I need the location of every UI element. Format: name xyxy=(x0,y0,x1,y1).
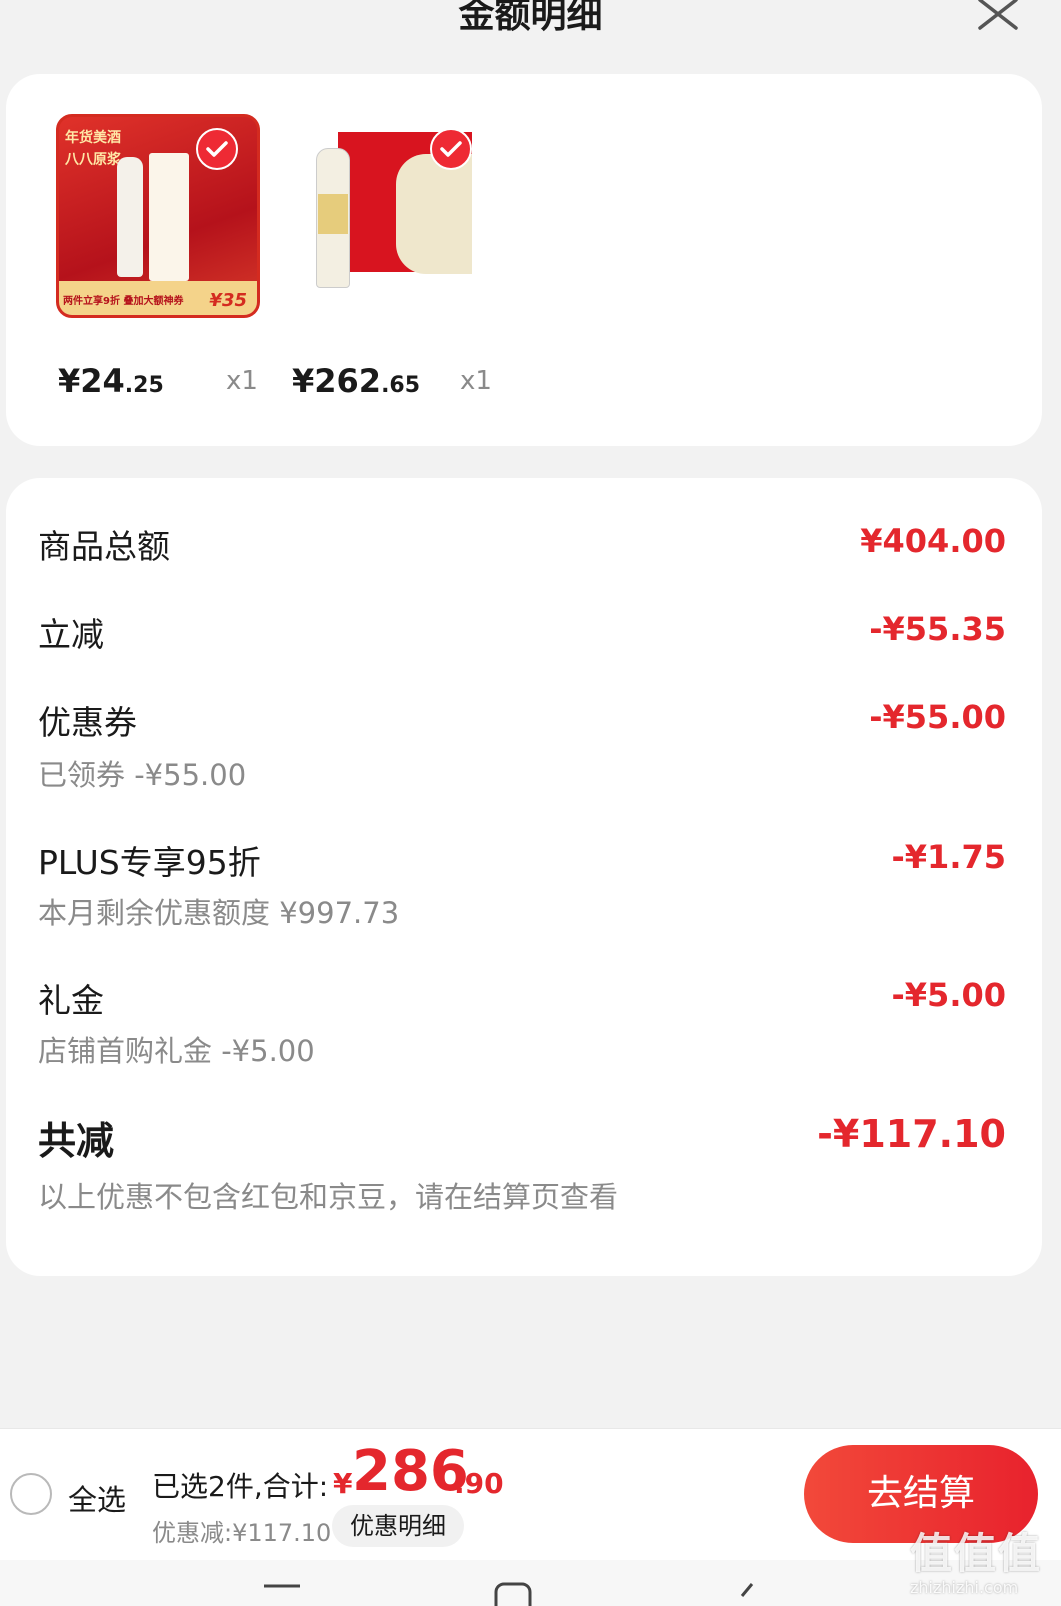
gift-label: 礼金 xyxy=(38,981,104,1020)
price-int: ¥24 xyxy=(58,362,125,400)
discount-detail-button[interactable]: 优惠明细 xyxy=(332,1505,464,1547)
select-all-radio[interactable] xyxy=(10,1473,52,1515)
thumb-text-1: 年货美酒 xyxy=(65,130,121,146)
back-icon[interactable] xyxy=(730,1582,770,1606)
coupon-value: -¥55.00 xyxy=(869,698,1006,736)
bottle-in-box xyxy=(396,154,472,274)
product-qty-1: x1 xyxy=(226,366,258,396)
thumb-promo: 两件立享9折 叠加大额神券 xyxy=(63,296,184,307)
summary-card: 商品总额 ¥404.00 立减 -¥55.35 优惠券 -¥55.00 已领券 … xyxy=(6,478,1042,1276)
select-all-label[interactable]: 全选 xyxy=(68,1477,126,1519)
products-card: 年货美酒 八八原浆 两件立享9折 叠加大额神券 ¥35 ¥24.25 x1 ¥2… xyxy=(6,74,1042,446)
page-title: 金额明细 xyxy=(458,0,603,36)
goods-total-value: ¥404.00 xyxy=(860,522,1006,560)
checkout-bar: 全选 已选2件,合计: ¥ 286 .90 优惠减:¥117.10 优惠明细 去… xyxy=(0,1428,1061,1560)
thumb-badge: ¥35 xyxy=(209,290,247,311)
selected-summary-label: 已选2件,合计: xyxy=(152,1470,329,1503)
total-discount-label: 共减 xyxy=(38,1119,115,1163)
sum-integer: 286 xyxy=(352,1439,469,1504)
total-discount-value: -¥117.10 xyxy=(817,1112,1006,1156)
home-icon[interactable] xyxy=(494,1582,534,1606)
header: 金额明细 xyxy=(0,0,1061,70)
system-nav-bar xyxy=(0,1560,1061,1606)
check-icon[interactable] xyxy=(430,128,472,170)
gift-value: -¥5.00 xyxy=(891,976,1007,1014)
total-discount-note: 以上优惠不包含红包和京豆，请在结算页查看 xyxy=(38,1180,619,1214)
instant-discount-value: -¥55.35 xyxy=(869,610,1006,648)
thumb-text-2: 八八原浆 xyxy=(65,152,121,168)
menu-icon[interactable] xyxy=(262,1582,302,1606)
watermark: 值值值 zhizhizhi.com xyxy=(910,1520,1060,1606)
coupon-sub: 已领券 -¥55.00 xyxy=(38,758,247,792)
discount-summary: 优惠减:¥117.10 xyxy=(152,1519,332,1547)
sum-decimal: .90 xyxy=(454,1467,504,1500)
plus-discount-label: PLUS专享95折 xyxy=(38,843,261,882)
plus-discount-sub: 本月剩余优惠额度 ¥997.73 xyxy=(38,896,400,930)
close-icon[interactable] xyxy=(976,0,1020,30)
instant-discount-label: 立减 xyxy=(38,615,104,654)
goods-total-label: 商品总额 xyxy=(38,527,170,566)
bottle-shape xyxy=(117,157,143,277)
gold-label xyxy=(318,194,348,234)
watermark-url: zhizhizhi.com xyxy=(910,1578,1019,1597)
gift-sub: 店铺首购礼金 -¥5.00 xyxy=(38,1034,315,1068)
price-dec: .25 xyxy=(124,373,164,398)
price-dec: .65 xyxy=(381,373,421,398)
plus-discount-value: -¥1.75 xyxy=(891,838,1007,876)
check-icon[interactable] xyxy=(196,128,238,170)
product-price-2: ¥262.65 xyxy=(292,362,420,400)
price-int: ¥262 xyxy=(292,362,382,400)
watermark-mark: 值值值 xyxy=(910,1529,1043,1578)
box-shape xyxy=(149,153,189,281)
coupon-label: 优惠券 xyxy=(38,703,137,742)
sum-currency: ¥ xyxy=(333,1467,353,1500)
product-price-1: ¥24.25 xyxy=(58,362,164,400)
product-qty-2: x1 xyxy=(460,366,492,396)
